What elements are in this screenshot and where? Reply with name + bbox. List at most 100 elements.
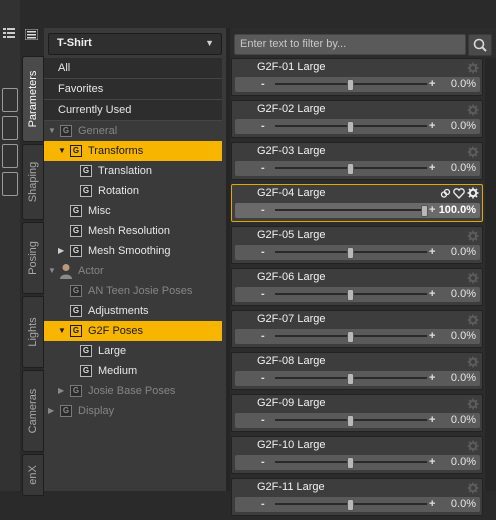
gear-icon[interactable] xyxy=(467,62,479,74)
filter-field[interactable] xyxy=(234,34,466,55)
value-slider[interactable]: - +0.0% xyxy=(235,77,480,92)
property-value[interactable]: 0.0% xyxy=(451,161,476,175)
tree-item-rotation[interactable]: G Rotation xyxy=(44,181,222,201)
value-slider[interactable]: - +100.0% xyxy=(235,203,480,218)
tree-item-misc[interactable]: G Misc xyxy=(44,201,222,221)
tree-item-actor[interactable]: ▼ Actor xyxy=(44,261,222,281)
slider-thumb[interactable] xyxy=(347,457,354,469)
tree-item-all[interactable]: All xyxy=(44,58,222,79)
tree-item-an-teen-josie-poses[interactable]: G AN Teen Josie Poses xyxy=(44,281,222,301)
value-slider[interactable]: - +0.0% xyxy=(235,161,480,176)
property-slider-row[interactable]: G2F-09 Large - +0.0% xyxy=(231,394,483,432)
slider-thumb[interactable] xyxy=(347,79,354,91)
decrement-button[interactable]: - xyxy=(261,161,265,175)
tree-item-general[interactable]: ▼ G General xyxy=(44,121,222,141)
gear-icon[interactable] xyxy=(467,146,479,158)
tree-item-mesh-smoothing[interactable]: ▶ G Mesh Smoothing xyxy=(44,241,222,261)
gear-icon[interactable] xyxy=(467,440,479,452)
filter-input[interactable] xyxy=(235,35,460,52)
gear-icon[interactable] xyxy=(467,272,479,284)
decrement-button[interactable]: - xyxy=(261,245,265,259)
increment-button[interactable]: + xyxy=(429,161,435,175)
slider-thumb[interactable] xyxy=(347,289,354,301)
tree-item-g2f-poses[interactable]: ▼ G G2F Poses xyxy=(44,321,222,341)
property-slider-row[interactable]: G2F-06 Large - +0.0% xyxy=(231,268,483,306)
slider-thumb[interactable] xyxy=(421,205,428,217)
collapsed-arrow-icon[interactable]: ▶ xyxy=(58,241,64,261)
tool-icon[interactable] xyxy=(2,144,18,168)
increment-button[interactable]: + xyxy=(429,77,435,91)
property-slider-row[interactable]: G2F-07 Large - +0.0% xyxy=(231,310,483,348)
increment-button[interactable]: + xyxy=(429,203,435,217)
gear-icon[interactable] xyxy=(467,230,479,242)
property-slider-row[interactable]: G2F-10 Large - +0.0% xyxy=(231,436,483,474)
tab-cameras[interactable]: Cameras xyxy=(22,370,44,452)
increment-button[interactable]: + xyxy=(429,497,435,511)
tab-more[interactable]: enX xyxy=(22,454,44,496)
decrement-button[interactable]: - xyxy=(261,119,265,133)
decrement-button[interactable]: - xyxy=(261,497,265,511)
tool-icon[interactable] xyxy=(2,88,18,112)
splitter[interactable] xyxy=(226,28,230,491)
value-slider[interactable]: - +0.0% xyxy=(235,119,480,134)
property-slider-row[interactable]: G2F-04 Large - +100.0% xyxy=(231,184,483,222)
tree-item-transforms[interactable]: ▼ G Transforms xyxy=(44,141,222,161)
node-dropdown[interactable]: T-Shirt ▼ xyxy=(48,33,222,55)
tree-item-currently-used[interactable]: Currently Used xyxy=(44,100,222,121)
slider-thumb[interactable] xyxy=(347,331,354,343)
heart-icon[interactable] xyxy=(453,188,465,199)
value-slider[interactable]: - +0.0% xyxy=(235,497,480,512)
tab-shaping[interactable]: Shaping xyxy=(22,144,44,220)
tab-lights[interactable]: Lights xyxy=(22,296,44,368)
decrement-button[interactable]: - xyxy=(261,77,265,91)
panel-menu-icon[interactable] xyxy=(25,29,38,40)
collapsed-arrow-icon[interactable]: ▶ xyxy=(48,401,54,421)
tree-item-josie-base-poses[interactable]: ▶ G Josie Base Poses xyxy=(44,381,222,401)
increment-button[interactable]: + xyxy=(429,245,435,259)
property-slider-row[interactable]: G2F-05 Large - +0.0% xyxy=(231,226,483,264)
decrement-button[interactable]: - xyxy=(261,203,265,217)
decrement-button[interactable]: - xyxy=(261,455,265,469)
expanded-arrow-icon[interactable]: ▼ xyxy=(48,261,56,281)
property-slider-row[interactable]: G2F-01 Large - +0.0% xyxy=(231,58,483,96)
property-slider-row[interactable]: G2F-08 Large - +0.0% xyxy=(231,352,483,390)
slider-thumb[interactable] xyxy=(347,373,354,385)
property-slider-row[interactable]: G2F-02 Large - +0.0% xyxy=(231,100,483,138)
expanded-arrow-icon[interactable]: ▼ xyxy=(48,121,56,141)
gear-icon[interactable] xyxy=(467,314,479,326)
property-slider-row[interactable]: G2F-03 Large - +0.0% xyxy=(231,142,483,180)
property-value[interactable]: 0.0% xyxy=(451,497,476,511)
tab-posing[interactable]: Posing xyxy=(22,222,44,294)
property-value[interactable]: 0.0% xyxy=(451,119,476,133)
slider-thumb[interactable] xyxy=(347,163,354,175)
slider-thumb[interactable] xyxy=(347,499,354,511)
increment-button[interactable]: + xyxy=(429,413,435,427)
decrement-button[interactable]: - xyxy=(261,413,265,427)
tree-item-favorites[interactable]: Favorites xyxy=(44,79,222,100)
gear-icon[interactable] xyxy=(467,356,479,368)
search-button[interactable] xyxy=(468,34,492,56)
gear-icon[interactable] xyxy=(467,187,479,202)
tree-item-adjustments[interactable]: G Adjustments xyxy=(44,301,222,321)
menu-icon[interactable] xyxy=(3,28,15,38)
property-value[interactable]: 0.0% xyxy=(451,245,476,259)
value-slider[interactable]: - +0.0% xyxy=(235,287,480,302)
increment-button[interactable]: + xyxy=(429,455,435,469)
tool-icon[interactable] xyxy=(2,172,18,196)
property-value[interactable]: 0.0% xyxy=(451,371,476,385)
scrollbar[interactable] xyxy=(485,58,496,491)
slider-thumb[interactable] xyxy=(347,247,354,259)
expanded-arrow-icon[interactable]: ▼ xyxy=(58,321,66,341)
tree-item-large[interactable]: G Large xyxy=(44,341,222,361)
gear-icon[interactable] xyxy=(467,104,479,116)
value-slider[interactable]: - +0.0% xyxy=(235,371,480,386)
tab-parameters[interactable]: Parameters xyxy=(22,56,44,142)
increment-button[interactable]: + xyxy=(429,371,435,385)
tree-item-translation[interactable]: G Translation xyxy=(44,161,222,181)
property-value[interactable]: 0.0% xyxy=(451,413,476,427)
property-value[interactable]: 0.0% xyxy=(451,287,476,301)
value-slider[interactable]: - +0.0% xyxy=(235,245,480,260)
collapsed-arrow-icon[interactable]: ▶ xyxy=(58,381,64,401)
decrement-button[interactable]: - xyxy=(261,329,265,343)
slider-thumb[interactable] xyxy=(347,415,354,427)
